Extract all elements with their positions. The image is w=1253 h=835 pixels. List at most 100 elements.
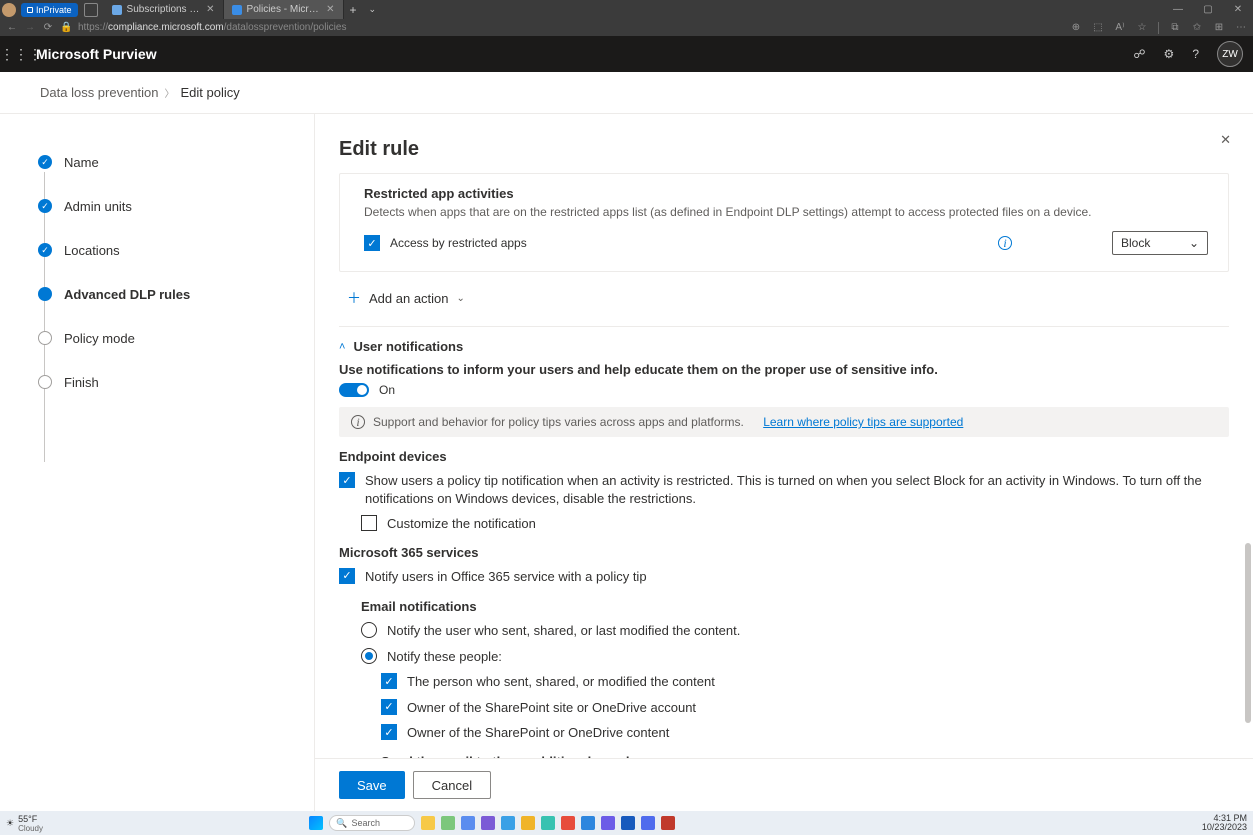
breadcrumb-item-current: Edit policy <box>181 85 240 100</box>
taskbar-app-icon[interactable] <box>501 816 515 830</box>
inprivate-badge: InPrivate <box>21 3 78 17</box>
plus-icon: ＋ <box>347 288 361 308</box>
breadcrumb-item[interactable]: Data loss prevention <box>40 85 159 100</box>
favorite-icon[interactable]: ☆ <box>1136 22 1148 34</box>
window-maximize-button[interactable]: ▢ <box>1193 4 1223 15</box>
diagnostics-icon[interactable]: ☍ <box>1133 47 1145 61</box>
chevron-right-icon: 〉 <box>165 85 175 100</box>
m365-heading: Microsoft 365 services <box>339 545 1229 560</box>
help-icon[interactable]: ? <box>1192 47 1199 61</box>
browser-settings-icon[interactable]: ⋯ <box>1235 22 1247 34</box>
tab-close-icon[interactable]: ✕ <box>326 4 334 15</box>
taskbar-app-icon[interactable] <box>561 816 575 830</box>
tab-overview-icon[interactable] <box>84 3 98 17</box>
checkbox-label: Owner of the SharePoint or OneDrive cont… <box>407 724 1229 742</box>
taskbar-app-icon[interactable] <box>481 816 495 830</box>
user-avatar[interactable]: ZW <box>1217 41 1243 67</box>
wizard-step-advanced-dlp[interactable]: Advanced DLP rules <box>38 284 314 304</box>
cond-label: Cloudy <box>18 824 43 833</box>
section-desc: Detects when apps that are on the restri… <box>364 205 1208 219</box>
user-notifications-section-toggle[interactable]: ˄ User notifications <box>339 339 1229 354</box>
checkbox-label: Owner of the SharePoint site or OneDrive… <box>407 699 1229 717</box>
section-lead: Use notifications to inform your users a… <box>339 362 1229 377</box>
customize-notification-checkbox[interactable] <box>361 515 377 531</box>
wizard-step-finish[interactable]: Finish <box>38 372 314 392</box>
taskbar-app-icon[interactable] <box>421 816 435 830</box>
new-tab-button[interactable]: + <box>344 3 363 17</box>
browser-address-bar: ← → ⟳ 🔒 https://compliance.microsoft.com… <box>0 19 1253 36</box>
action-select[interactable]: Block ⌄ <box>1112 231 1208 255</box>
notify-sender-radio[interactable] <box>361 622 377 638</box>
taskbar-search[interactable]: 🔍 Search <box>329 815 415 831</box>
taskbar-app-icon[interactable] <box>641 816 655 830</box>
content-owner-checkbox[interactable]: ✓ <box>381 724 397 740</box>
step-complete-icon: ✓ <box>38 243 52 257</box>
wizard-nav: ✓ Name ✓ Admin units ✓ Locations Advance… <box>0 114 315 811</box>
tab-close-icon[interactable]: ✕ <box>206 4 214 15</box>
show-policy-tip-checkbox[interactable]: ✓ <box>339 472 355 488</box>
checkbox-label: Notify users in Office 365 service with … <box>365 568 1229 586</box>
tab-menu-button[interactable]: ⌄ <box>363 4 383 15</box>
step-current-icon <box>38 287 52 301</box>
access-restricted-apps-checkbox[interactable]: ✓ <box>364 235 380 251</box>
taskbar-app-icon[interactable] <box>521 816 535 830</box>
wizard-step-name[interactable]: ✓ Name <box>38 152 314 172</box>
taskbar-app-icon[interactable] <box>621 816 635 830</box>
start-button[interactable] <box>309 816 323 830</box>
windows-taskbar: ☀ 55°F Cloudy 🔍 Search 4:31 PM <box>0 811 1253 835</box>
url-field[interactable]: https://compliance.microsoft.com/datalos… <box>78 22 1064 33</box>
site-info-icon[interactable]: 🔒 <box>60 22 72 33</box>
notifications-toggle[interactable] <box>339 383 369 397</box>
collections-icon[interactable]: ⧉ <box>1169 22 1181 34</box>
step-pending-icon <box>38 375 52 389</box>
tab-title: Policies - Microsoft Purview <box>247 4 322 15</box>
add-action-button[interactable]: ＋ Add an action ⌄ <box>339 280 1229 316</box>
radio-label: Notify the user who sent, shared, or las… <box>387 622 1229 640</box>
zoom-icon[interactable]: ⊕ <box>1070 22 1082 34</box>
scrollbar[interactable] <box>1243 173 1253 758</box>
wizard-step-policy-mode[interactable]: Policy mode <box>38 328 314 348</box>
notify-o365-checkbox[interactable]: ✓ <box>339 568 355 584</box>
cancel-button[interactable]: Cancel <box>413 771 491 799</box>
browser-tab[interactable]: Subscriptions - Microsoft 365 a... ✕ <box>104 0 224 19</box>
taskbar-app-icon[interactable] <box>661 816 675 830</box>
weather-widget[interactable]: ☀ 55°F Cloudy <box>0 814 49 833</box>
read-aloud-icon[interactable]: A⁾ <box>1114 22 1126 34</box>
site-owner-checkbox[interactable]: ✓ <box>381 699 397 715</box>
system-tray[interactable]: 4:31 PM 10/23/2023 <box>1196 814 1253 832</box>
wizard-step-admin-units[interactable]: ✓ Admin units <box>38 196 314 216</box>
policy-tip-learn-link[interactable]: Learn where policy tips are supported <box>763 415 963 429</box>
favorites-bar-icon[interactable]: ✩ <box>1191 22 1203 34</box>
taskbar-app-icon[interactable] <box>581 816 595 830</box>
taskbar-app-icon[interactable] <box>541 816 555 830</box>
taskbar-app-icon[interactable] <box>461 816 475 830</box>
notify-people-radio[interactable] <box>361 648 377 664</box>
tab-title: Subscriptions - Microsoft 365 a... <box>127 4 202 15</box>
nav-back-icon[interactable]: ← <box>6 22 18 33</box>
checkbox-label: Access by restricted apps <box>390 236 527 250</box>
browser-tab-active[interactable]: Policies - Microsoft Purview ✕ <box>224 0 344 19</box>
person-modified-checkbox[interactable]: ✓ <box>381 673 397 689</box>
taskbar-app-icon[interactable] <box>441 816 455 830</box>
settings-gear-icon[interactable]: ⚙ <box>1164 47 1175 61</box>
edit-rule-panel: ✕ Edit rule Restricted app activities De… <box>315 114 1253 811</box>
nav-refresh-icon[interactable]: ⟳ <box>42 22 54 33</box>
window-close-button[interactable]: ✕ <box>1223 4 1253 15</box>
extensions-icon[interactable]: ⊞ <box>1213 22 1225 34</box>
window-minimize-button[interactable]: — <box>1163 4 1193 15</box>
wizard-step-locations[interactable]: ✓ Locations <box>38 240 314 260</box>
checkbox-label: Customize the notification <box>387 515 1229 533</box>
info-icon[interactable]: i <box>998 236 1012 250</box>
taskbar-app-icon[interactable] <box>601 816 615 830</box>
app-title: Microsoft Purview <box>36 46 157 62</box>
panel-close-button[interactable]: ✕ <box>1220 132 1231 148</box>
favicon-icon <box>112 5 122 15</box>
step-label: Admin units <box>64 199 132 214</box>
save-button[interactable]: Save <box>339 771 405 799</box>
enter-vr-icon[interactable]: ⬚ <box>1092 22 1104 34</box>
profile-avatar-icon[interactable] <box>2 3 16 17</box>
app-launcher-icon[interactable]: ⋮⋮⋮ <box>0 46 36 63</box>
additional-people-label: Send the email to these additional peopl… <box>381 754 1229 758</box>
button-label: Add an action <box>369 291 449 306</box>
email-notif-heading: Email notifications <box>361 599 1229 614</box>
